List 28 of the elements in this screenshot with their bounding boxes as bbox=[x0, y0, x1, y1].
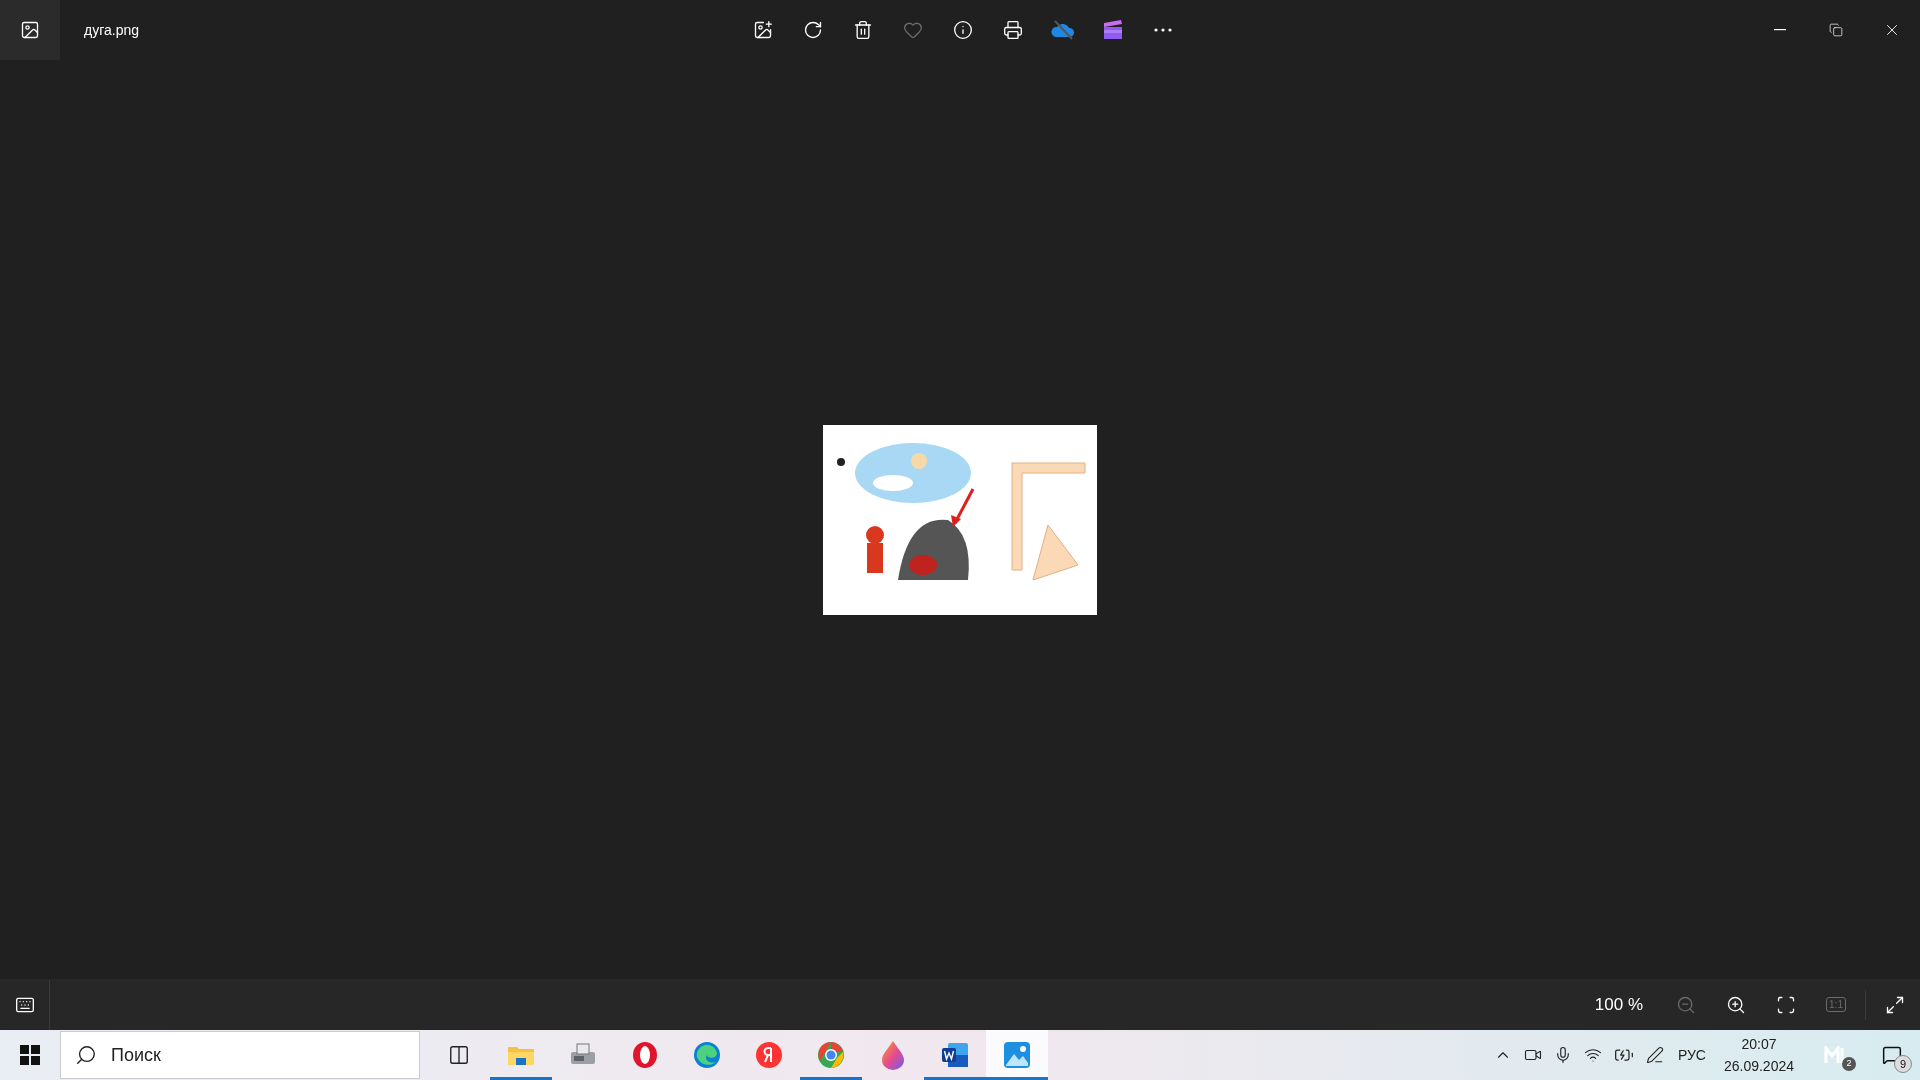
tray-app-button[interactable]: 2 bbox=[1816, 1035, 1856, 1075]
pen-icon[interactable] bbox=[1645, 1046, 1664, 1064]
task-view-icon bbox=[448, 1044, 470, 1066]
action-center-button[interactable]: 9 bbox=[1870, 1035, 1914, 1075]
photos-icon bbox=[20, 20, 40, 40]
taskbar-app-button[interactable] bbox=[986, 1030, 1048, 1080]
window-title: дуга.png bbox=[84, 20, 139, 40]
search-icon bbox=[75, 1044, 97, 1066]
app-icon-tile[interactable] bbox=[0, 0, 60, 60]
expand-icon bbox=[1885, 994, 1905, 1015]
photos-app-icon bbox=[1003, 1041, 1031, 1069]
language-indicator[interactable]: РУС bbox=[1677, 1044, 1706, 1066]
drop-icon bbox=[880, 1040, 906, 1070]
search-field[interactable]: Поиск bbox=[111, 1032, 419, 1078]
restore-icon bbox=[1829, 23, 1843, 37]
minimize-icon bbox=[1774, 29, 1786, 31]
clock-button[interactable]: 20:07 26.09.2024 bbox=[1723, 1033, 1794, 1077]
search-box[interactable]: Поиск bbox=[60, 1031, 420, 1079]
opera-logo-icon bbox=[631, 1041, 659, 1069]
word-document-icon bbox=[940, 1041, 970, 1069]
notification-count: 9 bbox=[1894, 1055, 1912, 1073]
windows-logo-icon bbox=[20, 1045, 40, 1065]
yandex-logo-icon bbox=[755, 1041, 783, 1069]
notifications-icon bbox=[1882, 1045, 1902, 1065]
notification-badge: 2 bbox=[1842, 1057, 1856, 1071]
edge-logo-icon bbox=[693, 1041, 721, 1069]
zoom-level: 100 % bbox=[1594, 993, 1643, 1016]
chrome-logo-icon bbox=[817, 1041, 845, 1069]
